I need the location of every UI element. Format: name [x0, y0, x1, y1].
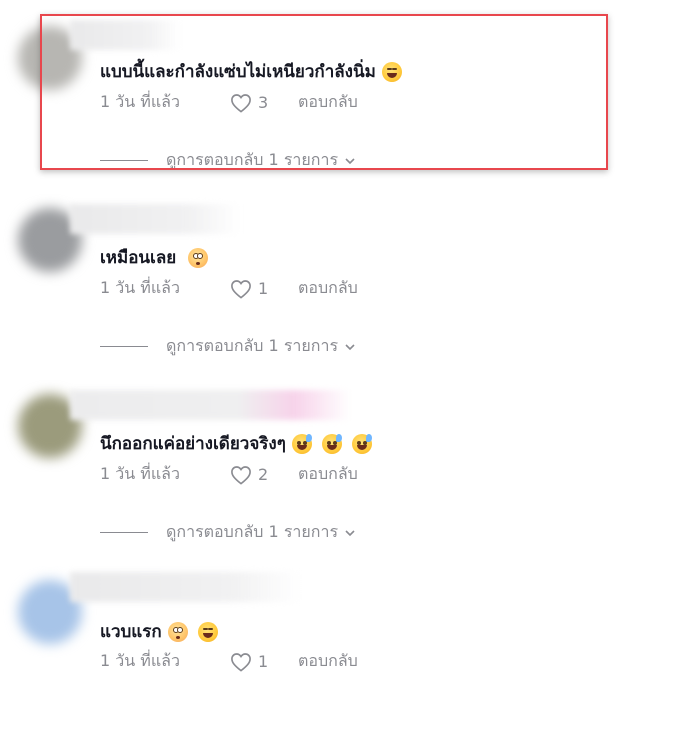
like-count: 1 [258, 652, 269, 671]
username-blurred[interactable] [70, 204, 240, 234]
like-count: 1 [258, 279, 269, 298]
comment-meta: 1 วัน ที่แล้ว 2 ตอบกลับ [100, 462, 358, 487]
comment-item: เหมือนเลย 1 วัน ที่แล้ว 1 ตอบกลับ ดูการต… [0, 186, 694, 372]
laugh-cry-emoji [197, 621, 218, 642]
comment-text: เหมือนเลย [100, 244, 209, 271]
comment-item: นึกออกแค่อย่างเดียวจริงๆ 1 วัน ที่แล้ว 2… [0, 372, 694, 558]
comment-timestamp: 1 วัน ที่แล้ว [100, 278, 180, 297]
username-blurred[interactable] [70, 390, 350, 420]
chevron-down-icon [345, 529, 355, 536]
sweat-smile-emoji [321, 433, 342, 454]
view-replies-button[interactable]: ดูการตอบกลับ 1 รายการ [100, 520, 356, 545]
flushed-emoji [167, 621, 188, 642]
comment-timestamp: 1 วัน ที่แล้ว [100, 464, 180, 483]
chevron-down-icon [345, 343, 355, 350]
heart-icon[interactable] [230, 652, 252, 672]
username-blurred[interactable] [70, 572, 300, 602]
sweat-smile-emoji [291, 433, 312, 454]
comment-item: แวบแรก 1 วัน ที่แล้ว 1 ตอบกลับ [0, 558, 694, 744]
like-count: 2 [258, 465, 269, 484]
divider-line [100, 346, 148, 347]
comment-meta: 1 วัน ที่แล้ว 1 ตอบกลับ [100, 649, 358, 674]
divider-line [100, 532, 148, 533]
comment-timestamp: 1 วัน ที่แล้ว [100, 651, 180, 670]
heart-icon[interactable] [230, 465, 252, 485]
comment-text: นึกออกแค่อย่างเดียวจริงๆ [100, 430, 372, 457]
view-replies-button[interactable]: ดูการตอบกลับ 1 รายการ [100, 334, 356, 359]
highlight-box [40, 14, 608, 170]
view-replies-label: ดูการตอบกลับ 1 รายการ [166, 336, 339, 355]
view-replies-label: ดูการตอบกลับ 1 รายการ [166, 522, 339, 541]
sweat-smile-emoji [351, 433, 372, 454]
reply-button[interactable]: ตอบกลับ [298, 462, 358, 487]
flushed-emoji [188, 247, 209, 268]
heart-icon[interactable] [230, 279, 252, 299]
comment-meta: 1 วัน ที่แล้ว 1 ตอบกลับ [100, 276, 358, 301]
reply-button[interactable]: ตอบกลับ [298, 649, 358, 674]
reply-button[interactable]: ตอบกลับ [298, 276, 358, 301]
comment-text: แวบแรก [100, 618, 218, 645]
